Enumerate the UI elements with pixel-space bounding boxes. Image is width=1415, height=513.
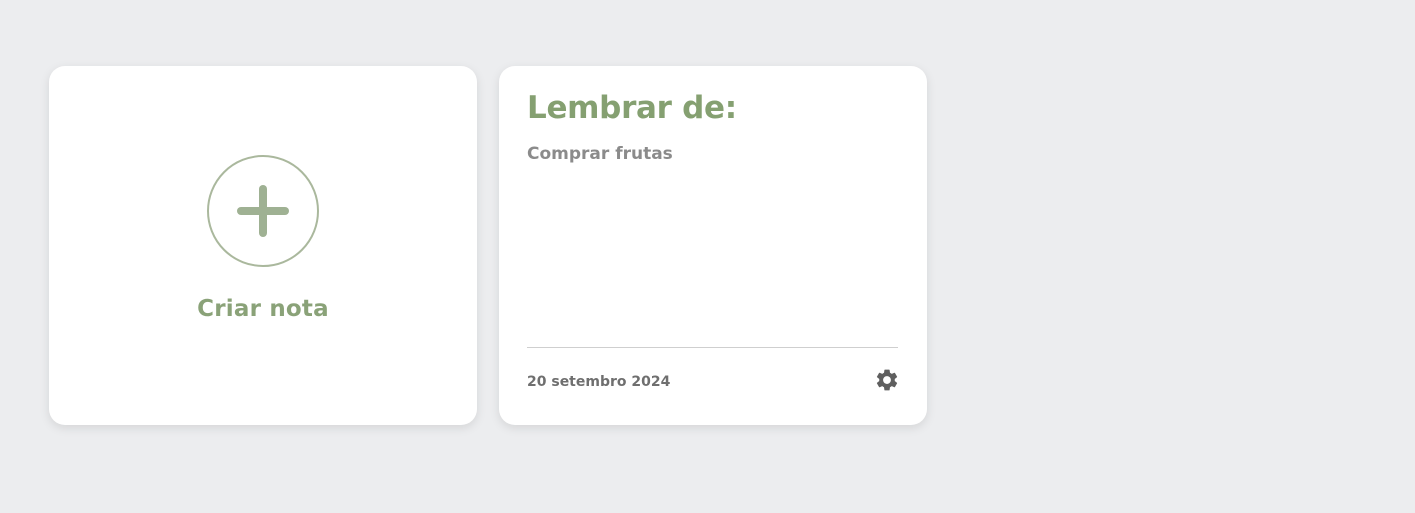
note-divider bbox=[527, 347, 898, 348]
note-body: Comprar frutas bbox=[527, 144, 673, 164]
note-settings-button[interactable] bbox=[874, 367, 900, 393]
plus-icon bbox=[237, 185, 289, 237]
note-date: 20 setembro 2024 bbox=[527, 374, 671, 390]
note-title: Lembrar de: bbox=[527, 90, 737, 126]
gear-icon bbox=[876, 369, 898, 391]
create-note-card[interactable]: Criar nota bbox=[49, 66, 477, 425]
create-note-label[interactable]: Criar nota bbox=[49, 296, 477, 322]
notes-grid: Criar nota Lembrar de: Comprar frutas 20… bbox=[49, 66, 927, 425]
note-card[interactable]: Lembrar de: Comprar frutas 20 setembro 2… bbox=[499, 66, 927, 425]
create-note-button[interactable] bbox=[207, 155, 319, 267]
